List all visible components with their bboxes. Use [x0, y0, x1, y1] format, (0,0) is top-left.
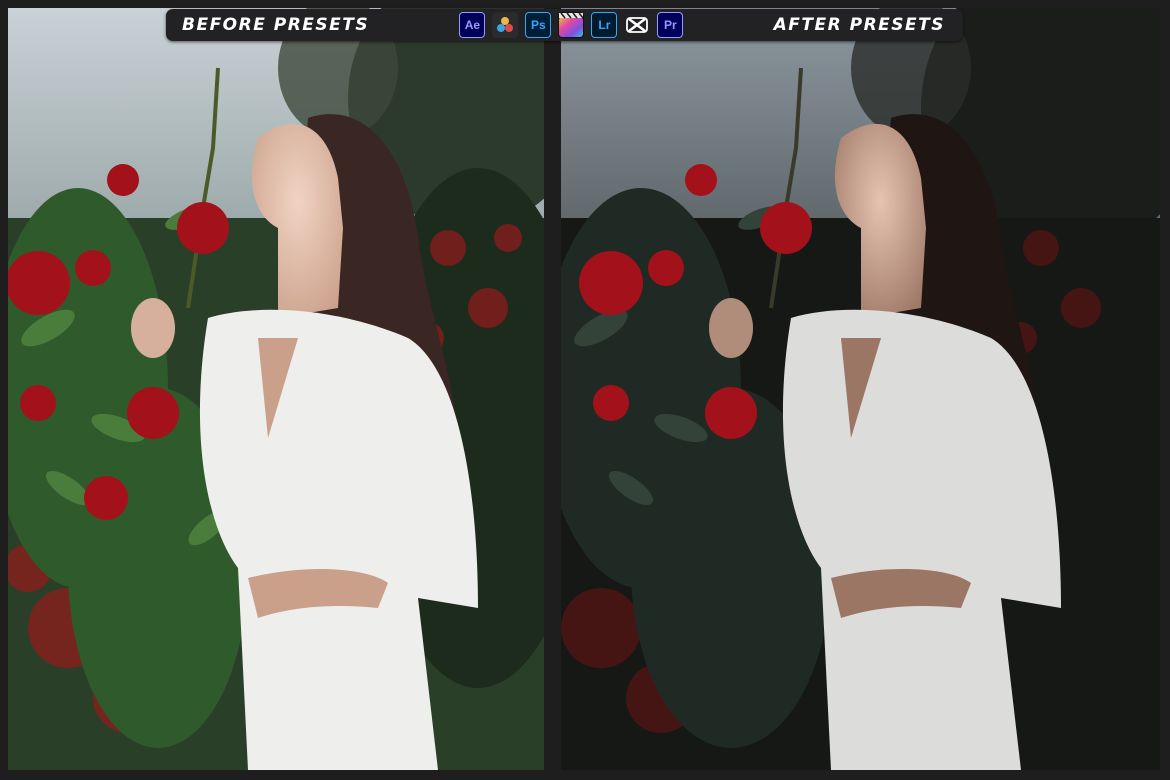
after-effects-icon: Ae: [459, 12, 486, 38]
before-photo: [8, 8, 544, 770]
premiere-pro-icon: Pr: [657, 12, 684, 38]
before-photo-panel: [8, 8, 544, 770]
photoshop-icon: Ps: [525, 12, 552, 38]
capcut-icon: [624, 12, 650, 38]
presets-banner: BEFORE PRESETS Ae Ps Lr Pr AFTER PRESETS: [166, 9, 963, 41]
lightroom-icon: Lr: [591, 12, 618, 38]
app-icons-row: Ae Ps Lr Pr: [459, 12, 684, 38]
after-photo-panel: [561, 8, 1160, 770]
after-photo: [561, 8, 1160, 770]
after-presets-label: AFTER PRESETS: [773, 15, 945, 35]
final-cut-pro-icon: [558, 12, 585, 38]
davinci-resolve-icon: [492, 12, 519, 38]
before-presets-label: BEFORE PRESETS: [182, 15, 370, 35]
